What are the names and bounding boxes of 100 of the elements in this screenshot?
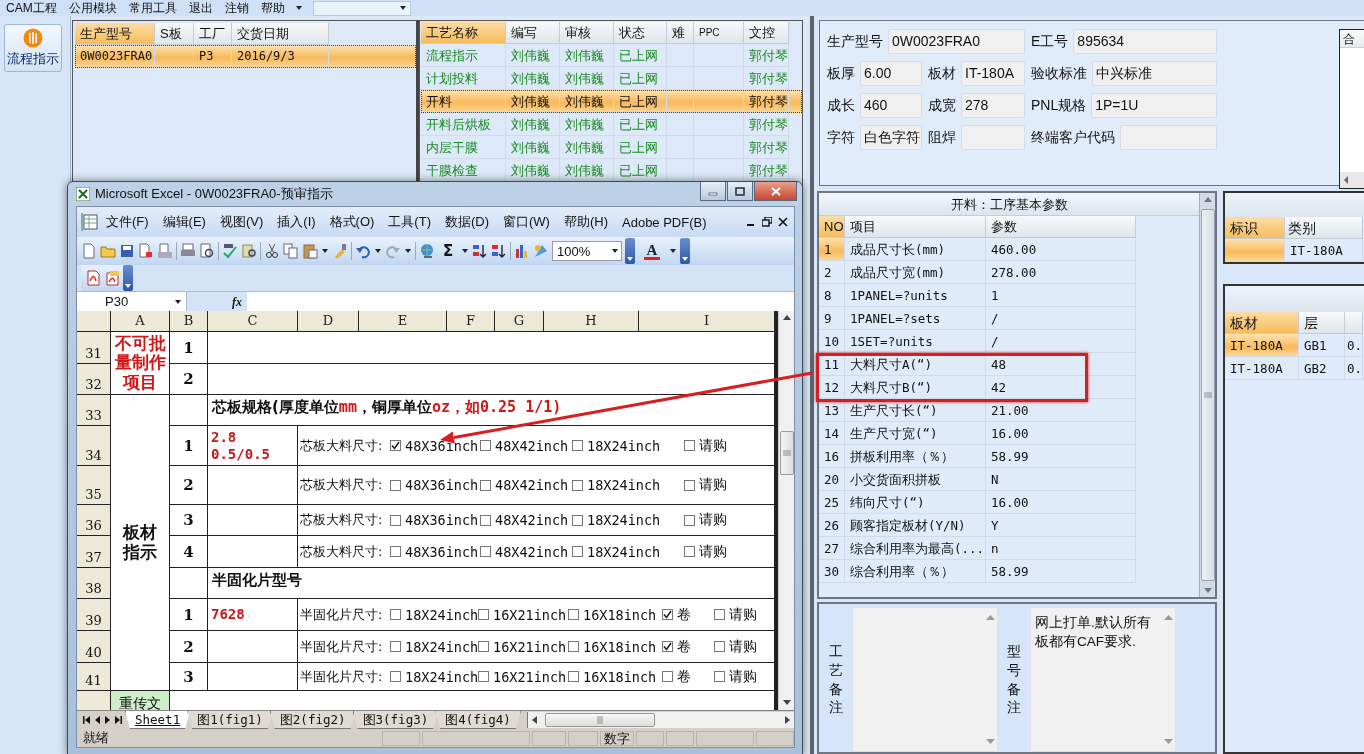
- checkbox[interactable]: [568, 641, 579, 652]
- table-cell[interactable]: IT-180A: [1225, 334, 1299, 357]
- checkbox[interactable]: [568, 671, 579, 682]
- menu-item[interactable]: 退出: [182, 0, 219, 17]
- caret-icon[interactable]: [374, 247, 382, 255]
- table-cell[interactable]: 26: [819, 514, 845, 537]
- scroll-down-icon[interactable]: [782, 700, 791, 706]
- close-button[interactable]: [754, 182, 797, 201]
- column-header[interactable]: 板材: [1225, 312, 1299, 334]
- close-icon[interactable]: [778, 217, 788, 227]
- table-row[interactable]: 开料后烘板 刘伟巍 刘伟巍 已上网 郭付琴: [421, 113, 802, 136]
- menu-item[interactable]: 帮助: [254, 0, 291, 17]
- table-cell[interactable]: 20: [819, 468, 845, 491]
- column-header[interactable]: 生产型号: [75, 23, 155, 45]
- scrollbar-thumb[interactable]: [1200, 209, 1215, 581]
- menu-item[interactable]: 插入(I): [270, 213, 323, 231]
- sheet-tab[interactable]: 图1(fig1): [187, 711, 273, 729]
- table-cell[interactable]: 16: [819, 445, 845, 468]
- row-header[interactable]: 34: [77, 426, 110, 465]
- checkbox[interactable]: [684, 479, 695, 491]
- row-header[interactable]: 32: [77, 364, 110, 394]
- last-sheet-icon[interactable]: [115, 716, 122, 724]
- chevron-icon[interactable]: [682, 257, 688, 261]
- text-field[interactable]: 1P=1U: [1091, 93, 1217, 118]
- text-field[interactable]: 460: [860, 93, 922, 118]
- table-cell[interactable]: 1: [819, 238, 845, 261]
- sheet-tab[interactable]: 图3(fig3): [352, 711, 439, 729]
- table-row[interactable]: 0W0023FRA0 P3 2016/9/3: [75, 45, 416, 68]
- menu-item[interactable]: 帮助(H): [556, 213, 615, 231]
- checkbox[interactable]: [478, 671, 489, 682]
- row-header[interactable]: 36: [77, 505, 110, 535]
- checkbox[interactable]: [480, 514, 491, 526]
- zoom-dropdown[interactable]: 100%: [552, 241, 622, 261]
- text-field[interactable]: [1120, 125, 1217, 150]
- toolbar-options-button[interactable]: [680, 238, 690, 264]
- toolbar-options-button[interactable]: [123, 265, 133, 291]
- hyperlink-icon[interactable]: [419, 243, 435, 259]
- insert-function-button[interactable]: fx: [187, 292, 247, 311]
- undo-icon[interactable]: [355, 243, 371, 259]
- row-header-cell[interactable]: [1225, 239, 1285, 262]
- row-header[interactable]: 38: [77, 568, 110, 598]
- drawing-icon[interactable]: [533, 243, 549, 259]
- caret-icon[interactable]: [294, 4, 303, 12]
- row-header[interactable]: 31: [77, 332, 110, 363]
- scrollbar-thumb[interactable]: [779, 431, 794, 475]
- format-painter-icon[interactable]: [332, 243, 348, 259]
- text-field[interactable]: 6.00: [860, 61, 922, 86]
- column-header[interactable]: PPC: [694, 22, 744, 44]
- previous-sheet-icon[interactable]: [95, 716, 100, 724]
- table-row[interactable]: 内层干膜 刘伟巍 刘伟巍 已上网 郭付琴: [421, 136, 802, 159]
- text-field[interactable]: 中兴标准: [1092, 61, 1217, 86]
- table-row[interactable]: 流程指示 刘伟巍 刘伟巍 已上网 郭付琴: [421, 44, 802, 67]
- text-field[interactable]: 0W0023FRA0: [888, 29, 1025, 54]
- maximize-icon[interactable]: [733, 185, 747, 197]
- scroll-right-icon[interactable]: [785, 716, 790, 724]
- column-header[interactable]: 状态: [614, 22, 667, 44]
- table-cell[interactable]: 30: [819, 560, 845, 583]
- menu-item[interactable]: 编辑(E): [155, 213, 213, 231]
- checkbox[interactable]: [478, 641, 489, 652]
- toolbar-options-button[interactable]: [625, 238, 635, 264]
- menu-item[interactable]: 视图(V): [212, 213, 271, 231]
- text-field[interactable]: 278: [961, 93, 1025, 118]
- sort-descending-icon[interactable]: [491, 243, 507, 259]
- column-header[interactable]: 类别: [1285, 217, 1363, 239]
- column-header[interactable]: 参数: [986, 216, 1136, 238]
- caret-icon[interactable]: [321, 247, 329, 255]
- table-cell[interactable]: IT-180A: [1225, 357, 1299, 380]
- checkbox[interactable]: [714, 671, 725, 682]
- email-icon[interactable]: [157, 243, 173, 259]
- menu-item[interactable]: 工具(T): [381, 213, 438, 231]
- caret-icon[interactable]: [669, 247, 677, 255]
- menu-item[interactable]: 数据(D): [437, 213, 496, 231]
- menu-item[interactable]: 公用模块: [62, 0, 123, 17]
- text-field[interactable]: 白色字符: [860, 125, 922, 150]
- table-cell[interactable]: 9: [819, 307, 845, 330]
- print-preview-icon[interactable]: [199, 243, 215, 259]
- table-cell[interactable]: 25: [819, 491, 845, 514]
- sheet-tab[interactable]: Sheet1: [125, 711, 191, 729]
- checkbox[interactable]: [390, 440, 401, 451]
- column-header[interactable]: S板: [155, 23, 194, 45]
- research-icon[interactable]: [241, 243, 257, 259]
- table-cell[interactable]: 11: [819, 353, 845, 376]
- row-header[interactable]: 40: [77, 631, 110, 662]
- column-header[interactable]: 工艺名称: [421, 22, 506, 44]
- row-header[interactable]: 35: [77, 466, 110, 504]
- paste-icon[interactable]: [302, 243, 318, 259]
- column-header[interactable]: 合: [1340, 30, 1364, 48]
- checkbox[interactable]: [390, 641, 401, 652]
- font-color-button[interactable]: A: [638, 242, 666, 260]
- column-header[interactable]: A: [111, 311, 169, 331]
- table-cell[interactable]: 13: [819, 399, 845, 422]
- text-field[interactable]: 895634: [1073, 29, 1217, 54]
- scroll-left-icon[interactable]: [531, 716, 537, 724]
- column-header[interactable]: D: [298, 311, 358, 331]
- caret-icon[interactable]: [398, 4, 407, 12]
- column-header[interactable]: 工厂: [194, 23, 232, 45]
- column-header[interactable]: 难: [667, 22, 694, 44]
- table-cell[interactable]: 14: [819, 422, 845, 445]
- table-cell[interactable]: 27: [819, 537, 845, 560]
- minimize-button[interactable]: [700, 182, 726, 201]
